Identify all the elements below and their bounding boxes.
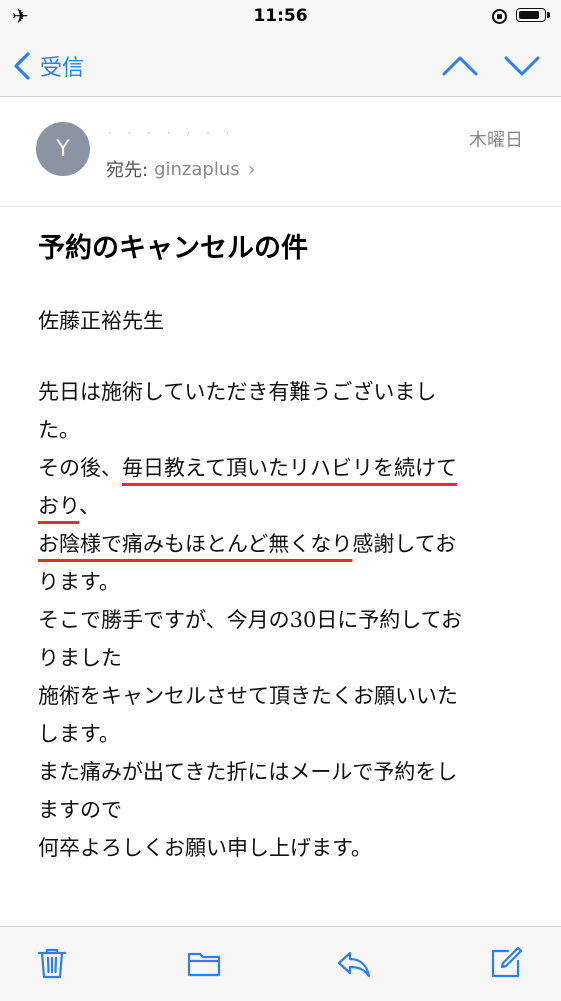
body-line: ますので: [38, 798, 122, 822]
recipient-row[interactable]: 宛先: ginzaplus ›: [106, 156, 256, 182]
body-line: 先日は施術していただき有難うございまし: [38, 380, 437, 404]
back-label: 受信: [40, 56, 85, 81]
message-subject: 予約のキャンセルの件: [38, 233, 308, 264]
message-date: 木曜日: [469, 130, 523, 151]
next-message-button[interactable]: [502, 50, 542, 80]
back-button[interactable]: 受信: [12, 46, 84, 86]
chevron-right-icon: ›: [247, 157, 256, 181]
trash-button[interactable]: [34, 945, 74, 985]
body-line: その後、毎日教えて頂いたリハビリを続けて: [38, 449, 528, 487]
chevron-up-icon: [442, 56, 478, 76]
to-label: 宛先:: [106, 160, 149, 181]
folder-icon: [187, 952, 221, 977]
underlined-text: お陰様で痛みもほとんど無くなり: [38, 532, 353, 556]
reply-button[interactable]: [336, 945, 376, 985]
message-body: 佐藤正裕先生 先日は施術していただき有難うございまし た。 その後、毎日教えて頂…: [38, 302, 528, 867]
body-line: おり、: [38, 487, 528, 525]
body-line: します。: [38, 722, 120, 746]
bottom-toolbar: [0, 926, 561, 1001]
battery-tip: [547, 12, 550, 18]
body-text: その後、: [38, 456, 122, 480]
nav-bar: 受信: [0, 34, 561, 97]
reply-icon: [337, 951, 371, 978]
sender-name-hidden: · · · · · · ·: [108, 126, 236, 140]
battery-icon: [516, 8, 546, 22]
body-line: そこで勝手ですが、今月の30日に予約してお: [38, 608, 463, 632]
status-bar: ✈ 11:56: [0, 0, 561, 34]
body-text: 、: [79, 494, 101, 518]
body-text: 感謝してお: [352, 532, 457, 556]
body-line: 何卒よろしくお願い申し上げます。: [38, 836, 372, 860]
chevron-down-icon: [504, 56, 540, 76]
battery-level: [519, 11, 539, 19]
previous-message-button[interactable]: [440, 50, 480, 80]
move-to-folder-button[interactable]: [186, 945, 226, 985]
body-line: りました: [38, 646, 122, 670]
body-line: た。: [38, 418, 80, 442]
body-line: また痛みが出てきた折にはメールで予約をし: [38, 760, 458, 784]
avatar[interactable]: Y: [36, 122, 90, 176]
compose-icon: [491, 946, 523, 978]
body-line: 施術をキャンセルさせて頂きたくお願いいた: [38, 684, 458, 708]
underlined-text: 毎日教えて頂いたリハビリを続けて: [122, 456, 457, 480]
recipient-name: ginzaplus: [154, 158, 240, 180]
message-header: Y · · · · · · · 木曜日 宛先: ginzaplus ›: [0, 96, 561, 207]
status-time: 11:56: [253, 6, 308, 26]
trash-icon: [37, 948, 67, 979]
compose-button[interactable]: [488, 945, 528, 985]
body-line: ります。: [38, 570, 120, 594]
chevron-left-icon: [14, 52, 30, 80]
body-line: お陰様で痛みもほとんど無くなり感謝してお: [38, 525, 528, 563]
underlined-text: おり: [38, 494, 80, 518]
orientation-lock-icon: [492, 9, 507, 24]
greeting: 佐藤正裕先生: [38, 309, 164, 333]
